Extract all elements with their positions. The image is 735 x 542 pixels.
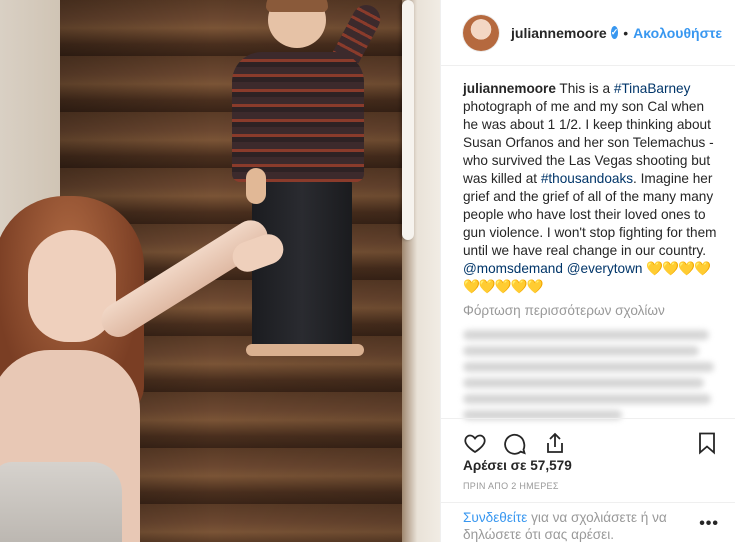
login-bar: Συνδεθείτε για να σχολιάσετε ή να δηλώσε…	[441, 502, 735, 542]
photo-child-hair	[266, 0, 328, 12]
post-caption: juliannemoore This is a #TinaBarney phot…	[441, 66, 735, 296]
load-more-comments-button[interactable]: Φόρτωση περισσότερων σχολίων	[441, 296, 735, 320]
login-link[interactable]: Συνδεθείτε	[463, 510, 527, 525]
follow-button[interactable]: Ακολουθήστε	[633, 25, 722, 41]
post-photo[interactable]	[0, 0, 440, 542]
avatar[interactable]	[463, 14, 499, 51]
header-separator: •	[623, 24, 629, 41]
more-options-icon[interactable]: •••	[699, 515, 719, 542]
blurred-comments	[463, 330, 719, 430]
post-side-panel: juliannemoore ✓ • Ακολουθήστε juliannemo…	[440, 0, 735, 542]
instagram-post: juliannemoore ✓ • Ακολουθήστε juliannemo…	[0, 0, 735, 542]
photo-child-shirt	[232, 52, 364, 182]
post-timestamp[interactable]: ΠΡΙΝ ΑΠΟ 2 ΗΜΕΡΕΣ	[463, 481, 559, 491]
photo-woman-top	[0, 462, 122, 542]
blurred-comment-line	[463, 378, 704, 388]
blurred-comment-line	[463, 362, 714, 372]
verified-badge-icon: ✓	[610, 26, 619, 39]
post-header: juliannemoore ✓ • Ακολουθήστε	[441, 0, 735, 66]
photo-handrail	[402, 0, 414, 240]
photo-child-feet	[246, 344, 364, 356]
comment-icon[interactable]	[501, 429, 529, 457]
heart-icon[interactable]	[461, 429, 489, 457]
login-prompt: Συνδεθείτε για να σχολιάσετε ή να δηλώσε…	[463, 509, 693, 542]
username-link[interactable]: juliannemoore	[511, 25, 607, 41]
mention-momsdemand-link[interactable]: @momsdemand	[463, 261, 563, 276]
bookmark-icon[interactable]	[693, 429, 721, 457]
blurred-comment-line	[463, 394, 712, 404]
blurred-comment-line	[463, 346, 699, 356]
likes-count[interactable]: Αρέσει σε 57,579	[463, 458, 572, 473]
mention-everytown-link[interactable]: @everytown	[567, 261, 643, 276]
hashtag-thousandoaks-link[interactable]: #thousandoaks	[541, 171, 633, 186]
caption-text-1: This is a	[555, 81, 614, 96]
blurred-comment-line	[463, 330, 709, 340]
post-actions-bar	[441, 418, 735, 458]
photo-child-hand	[246, 168, 266, 204]
hashtag-tinabarney-link[interactable]: #TinaBarney	[614, 81, 691, 96]
caption-username-link[interactable]: juliannemoore	[463, 81, 556, 96]
share-icon[interactable]	[541, 429, 569, 457]
